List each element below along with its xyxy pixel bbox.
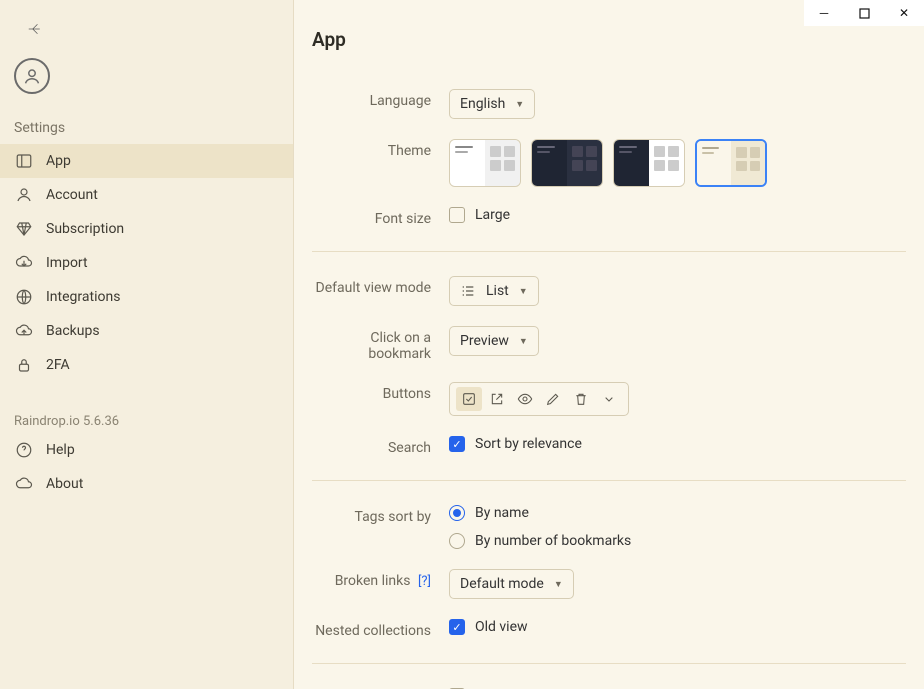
window-maximize[interactable] — [844, 0, 884, 26]
label-tags-sort: Tags sort by — [312, 505, 449, 525]
broken-links-select[interactable]: Default mode ▼ — [449, 569, 574, 599]
sidebar-item-app[interactable]: App — [0, 144, 293, 178]
btn-open-external[interactable] — [484, 387, 510, 411]
sidebar-item-subscription[interactable]: Subscription — [0, 212, 293, 246]
sidebar: Settings App Account Subscription Import… — [0, 0, 294, 689]
lock-icon — [14, 355, 34, 375]
window-minimize[interactable]: ─ — [804, 0, 844, 26]
sidebar-item-label: 2FA — [46, 357, 70, 373]
sidebar-item-backups[interactable]: Backups — [0, 314, 293, 348]
theme-option-mixed[interactable] — [613, 139, 685, 187]
diamond-icon — [14, 219, 34, 239]
page-title: App — [312, 28, 906, 51]
theme-option-sepia[interactable] — [695, 139, 767, 187]
btn-delete[interactable] — [568, 387, 594, 411]
chevron-down-icon: ▼ — [554, 579, 563, 590]
label-buttons: Buttons — [312, 382, 449, 402]
checkbox-old-view[interactable] — [449, 619, 465, 635]
sidebar-item-label: Integrations — [46, 289, 120, 305]
option-sort-relevance: Sort by relevance — [475, 436, 582, 452]
divider — [312, 480, 906, 481]
sidebar-item-label: App — [46, 153, 71, 169]
label-broken-links: Broken links [?] — [312, 569, 449, 589]
view-mode-select[interactable]: List ▼ — [449, 276, 539, 306]
divider — [312, 663, 906, 664]
help-link-broken[interactable]: [?] — [418, 574, 431, 589]
sidebar-item-account[interactable]: Account — [0, 178, 293, 212]
avatar[interactable] — [14, 58, 50, 94]
sidebar-item-help[interactable]: Help — [0, 433, 293, 467]
option-by-name: By name — [475, 505, 529, 521]
sidebar-item-label: Account — [46, 187, 98, 203]
user-icon — [14, 185, 34, 205]
option-old-view: Old view — [475, 619, 528, 635]
version-text: Raindrop.io 5.6.36 — [0, 406, 293, 433]
theme-option-dark[interactable] — [531, 139, 603, 187]
window-close[interactable]: ✕ — [884, 0, 924, 26]
chevron-down-icon: ▼ — [519, 336, 528, 347]
sidebar-item-integrations[interactable]: Integrations — [0, 280, 293, 314]
sidebar-section-label: Settings — [0, 114, 293, 144]
radio-tags-by-count[interactable] — [449, 533, 465, 549]
sidebar-item-label: Backups — [46, 323, 100, 339]
sidebar-item-label: About — [46, 476, 83, 492]
import-icon — [14, 253, 34, 273]
label-search: Search — [312, 436, 449, 456]
sidebar-item-label: Import — [46, 255, 88, 271]
label-theme: Theme — [312, 139, 449, 159]
back-icon[interactable] — [26, 26, 44, 42]
sidebar-item-label: Help — [46, 442, 75, 458]
window-icon — [14, 151, 34, 171]
click-bookmark-select[interactable]: Preview ▼ — [449, 326, 539, 356]
label-font-size: Font size — [312, 207, 449, 227]
sidebar-item-label: Subscription — [46, 221, 124, 237]
sidebar-item-2fa[interactable]: 2FA — [0, 348, 293, 382]
label-nested: Nested collections — [312, 619, 449, 639]
cloud-up-icon — [14, 321, 34, 341]
chevron-down-icon: ▼ — [515, 99, 524, 110]
btn-edit[interactable] — [540, 387, 566, 411]
theme-option-light[interactable] — [449, 139, 521, 187]
btn-more[interactable] — [596, 387, 622, 411]
sidebar-item-about[interactable]: About — [0, 467, 293, 501]
radio-tags-by-name[interactable] — [449, 505, 465, 521]
globe-icon — [14, 287, 34, 307]
checkbox-large-font[interactable] — [449, 207, 465, 223]
help-icon — [14, 440, 34, 460]
btn-check[interactable] — [456, 387, 482, 411]
language-select[interactable]: English ▼ — [449, 89, 535, 119]
main-content: App Language English ▼ Theme — [294, 0, 924, 689]
divider — [312, 251, 906, 252]
label-view-mode: Default view mode — [312, 276, 449, 296]
label-click-bookmark: Click on a bookmark — [312, 326, 449, 362]
buttons-group — [449, 382, 629, 416]
cloud-icon — [14, 474, 34, 494]
option-by-count: By number of bookmarks — [475, 533, 631, 549]
btn-preview[interactable] — [512, 387, 538, 411]
option-large: Large — [475, 207, 510, 223]
sidebar-item-import[interactable]: Import — [0, 246, 293, 280]
checkbox-sort-relevance[interactable] — [449, 436, 465, 452]
chevron-down-icon: ▼ — [519, 286, 528, 297]
label-language: Language — [312, 89, 449, 109]
